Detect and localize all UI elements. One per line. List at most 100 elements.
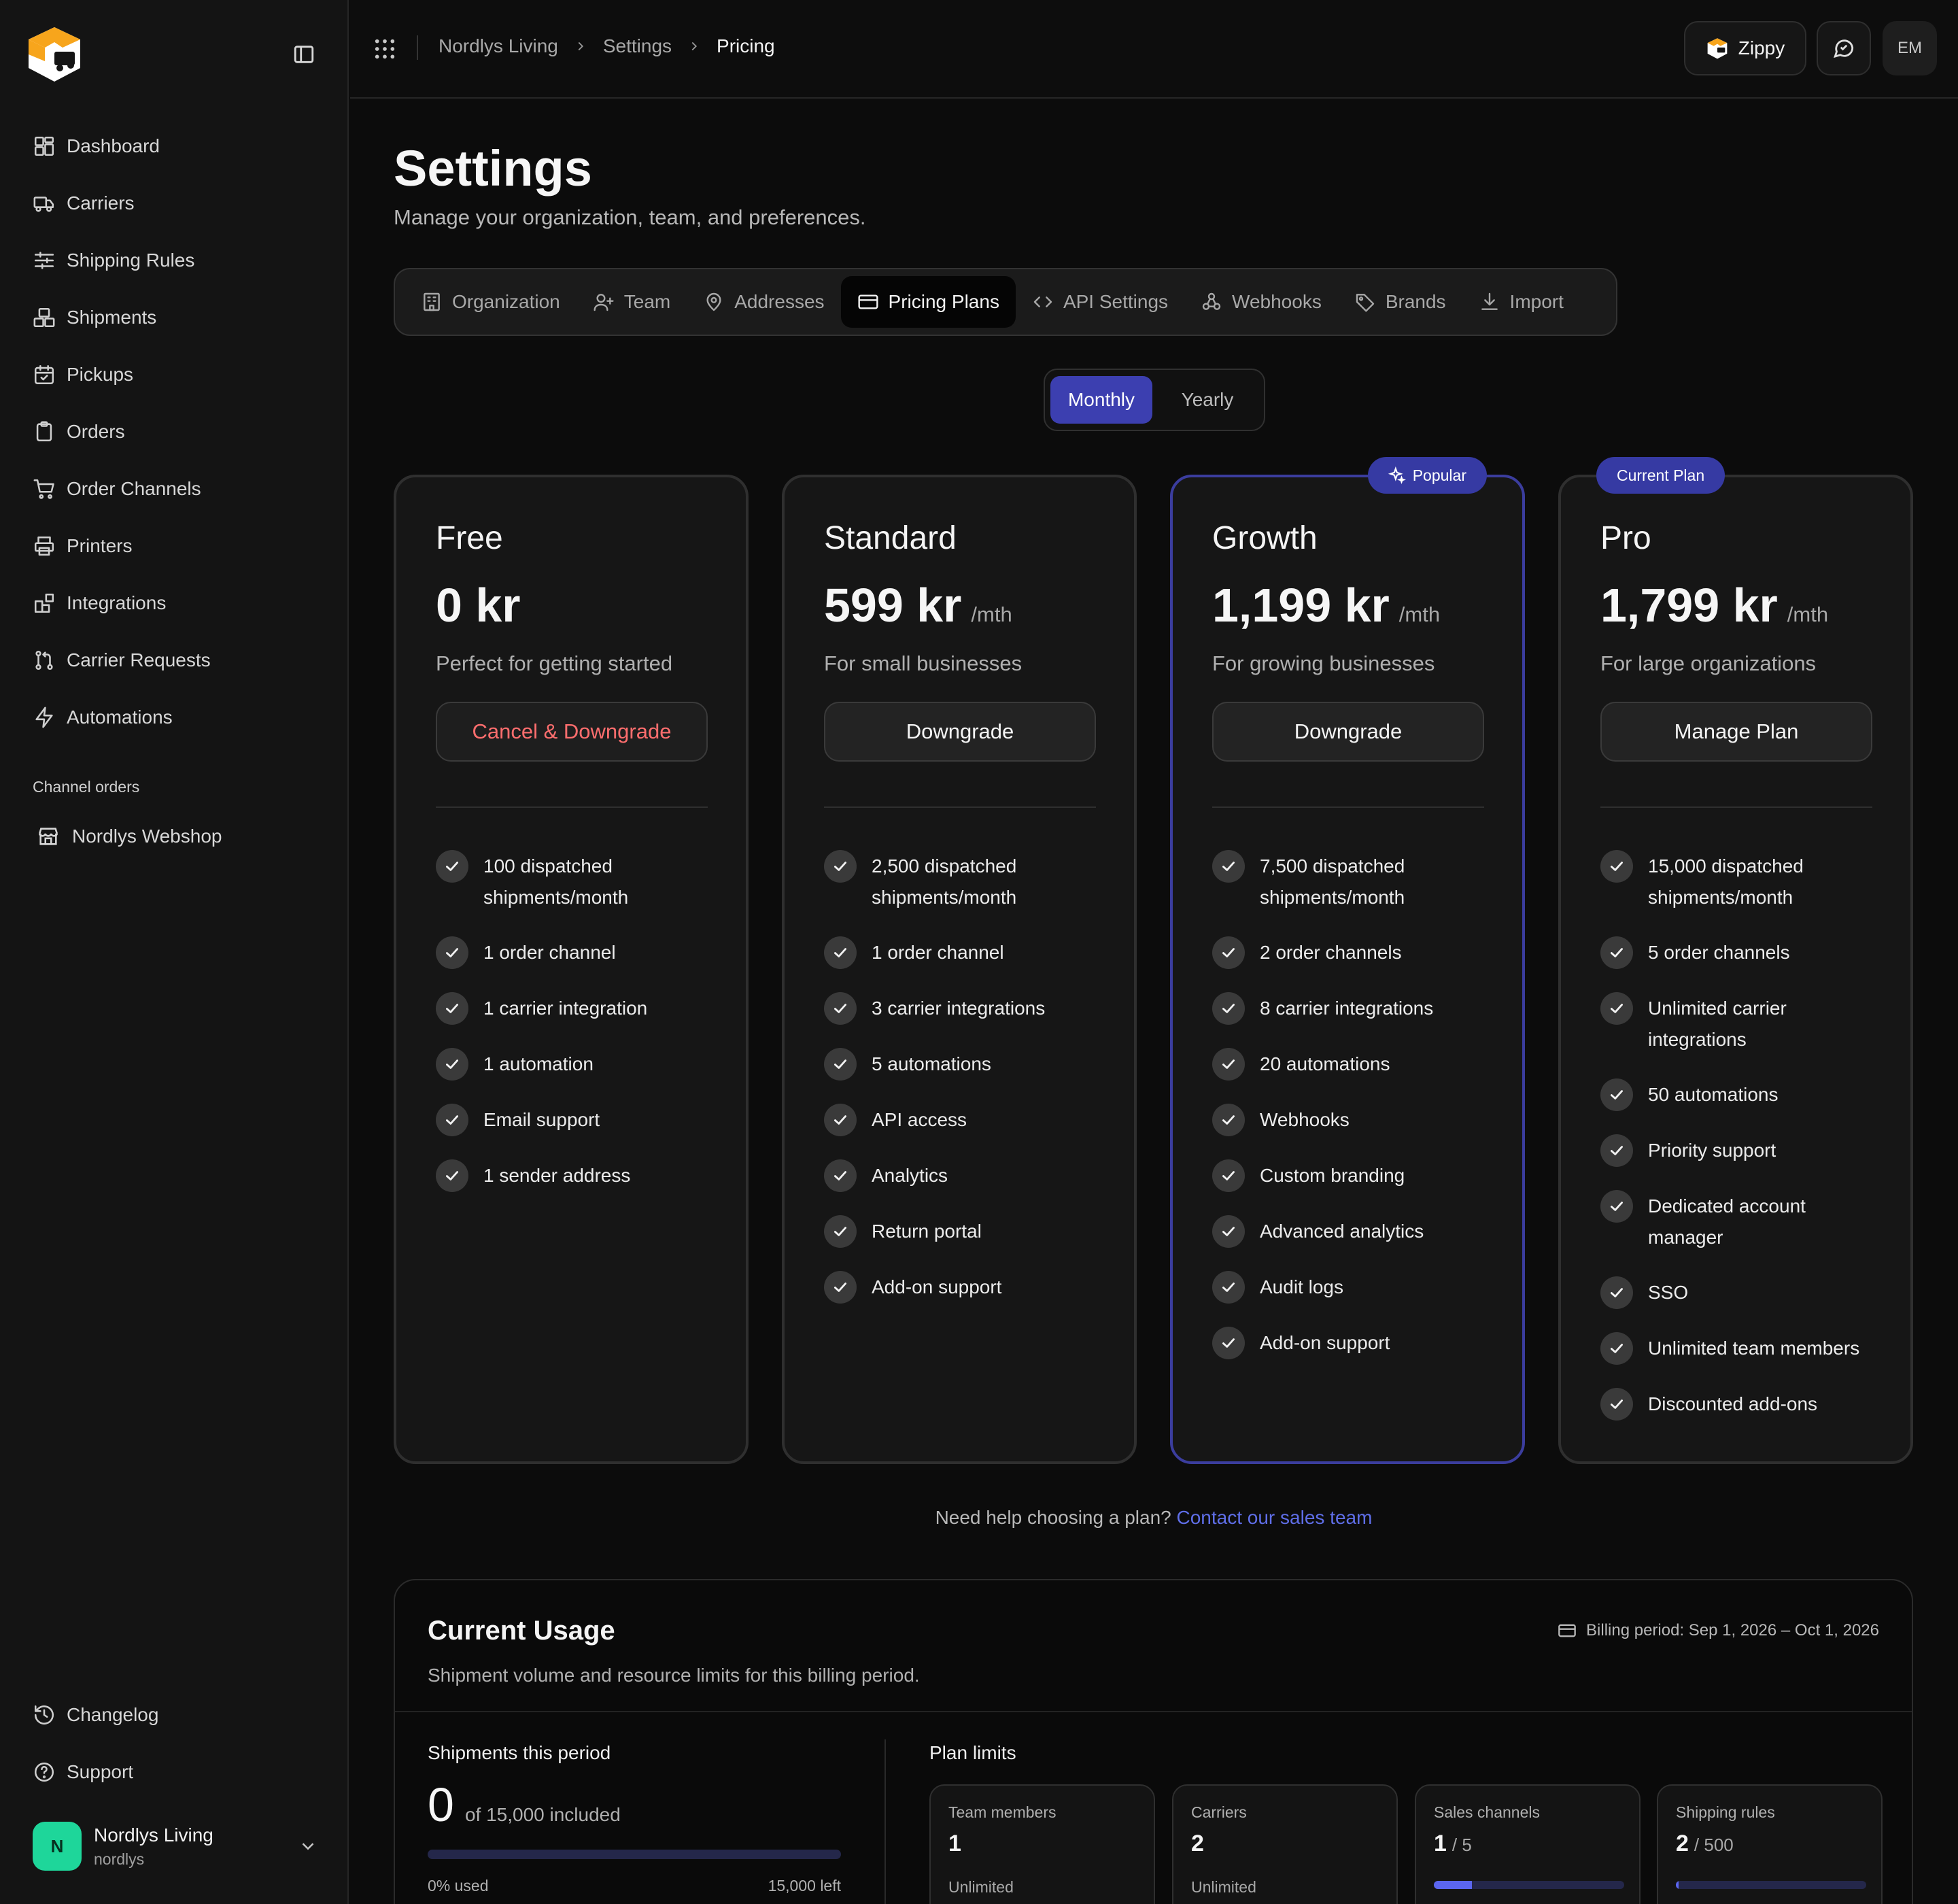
sidebar-item-pickups[interactable]: Pickups — [33, 346, 325, 403]
feature-check — [1212, 936, 1245, 969]
apps-grid-icon[interactable] — [373, 37, 396, 61]
current-usage-card: Current Usage Shipment volume and resour… — [394, 1579, 1913, 1904]
sidebar-bottom-nav: Changelog Support — [33, 1686, 325, 1801]
tab-team[interactable]: Team — [577, 276, 687, 328]
feature-text: 8 carrier integrations — [1260, 998, 1434, 1019]
org-avatar: N — [33, 1822, 82, 1871]
clipboard-icon — [36, 421, 52, 442]
tab-api-settings[interactable]: API Settings — [1016, 276, 1184, 328]
sidebar-item-printers[interactable]: Printers — [33, 517, 325, 575]
feature-check — [824, 1159, 857, 1192]
limit-value: 1 — [948, 1831, 961, 1857]
check-icon — [834, 1282, 846, 1292]
limit-name: Carriers — [1191, 1803, 1247, 1821]
limit-value-number: 2 — [1676, 1831, 1689, 1856]
sidebar-item-automations[interactable]: Automations — [33, 689, 325, 746]
check-icon — [446, 948, 458, 957]
breadcrumb-settings[interactable]: Settings — [603, 35, 672, 57]
tab-addresses[interactable]: Addresses — [687, 276, 840, 328]
plan-feature: Discounted add-ons — [1600, 1388, 1886, 1421]
plan-badge-label: Current Plan — [1617, 466, 1705, 484]
tab-pricing-plans[interactable]: Pricing Plans — [840, 276, 1016, 328]
shipments-left: 15,000 left — [768, 1877, 841, 1894]
help-circle-icon — [34, 1762, 54, 1782]
tab-organization[interactable]: Organization — [405, 276, 577, 328]
plan-features: 100 dispatched shipments/month 1 order ch… — [436, 850, 721, 1215]
tag-icon — [1356, 294, 1375, 312]
sidebar-item-label: Orders — [67, 421, 125, 442]
plan-cancel-downgrade-button[interactable]: Cancel & Downgrade — [436, 702, 708, 762]
plan-feature: 5 order channels — [1600, 936, 1886, 969]
check-icon — [1611, 1399, 1623, 1409]
sidebar-item-shipments[interactable]: Shipments — [33, 289, 325, 346]
contact-sales-link[interactable]: Contact our sales team — [1177, 1507, 1373, 1528]
check-icon — [1611, 1202, 1623, 1211]
sidebar-item-dashboard[interactable]: Dashboard — [33, 118, 325, 175]
sidebar-item-support[interactable]: Support — [33, 1744, 325, 1801]
sidebar-item-carriers[interactable]: Carriers — [33, 175, 325, 232]
history-icon — [34, 1705, 54, 1725]
feature-text: 1 carrier integration — [483, 998, 648, 1019]
breadcrumb: Nordlys Living Settings Pricing — [439, 35, 775, 57]
check-icon — [1611, 1344, 1623, 1353]
shipments-progress-bar — [428, 1850, 841, 1859]
shipments-count: 0 of 15,000 included — [428, 1778, 621, 1832]
plan-feature: 1 order channel — [824, 936, 1110, 969]
sidebar-item-order-channels[interactable]: Order Channels — [33, 460, 325, 517]
feature-text: Dedicated account manager — [1648, 1195, 1806, 1248]
breadcrumb-org[interactable]: Nordlys Living — [439, 35, 558, 57]
feature-check — [1212, 992, 1245, 1025]
sidebar-toggle-icon[interactable] — [292, 43, 315, 66]
plan-manage-plan-button[interactable]: Manage Plan — [1600, 702, 1872, 762]
plan-feature: API access — [824, 1104, 1110, 1136]
feature-check — [436, 936, 468, 969]
check-icon — [1611, 1288, 1623, 1297]
sidebar-item-shipping-rules[interactable]: Shipping Rules — [33, 232, 325, 289]
billing-monthly-option[interactable]: Monthly — [1050, 376, 1152, 424]
plan-feature: Analytics — [824, 1159, 1110, 1192]
sidebar-item-label: Shipping Rules — [67, 250, 195, 271]
sidebar-item-changelog[interactable]: Changelog — [33, 1686, 325, 1744]
chat-button[interactable] — [1817, 21, 1871, 75]
limit-value-number: 2 — [1191, 1831, 1204, 1856]
feature-text: 100 dispatched shipments/month — [483, 855, 629, 908]
tab-label: Import — [1509, 291, 1564, 312]
feature-text: Discounted add-ons — [1648, 1393, 1818, 1414]
plan-downgrade-button[interactable]: Downgrade — [1212, 702, 1484, 762]
org-switcher[interactable]: N Nordlys Living nordlys — [33, 1818, 318, 1874]
check-icon — [1611, 948, 1623, 957]
download-icon — [1481, 292, 1498, 310]
plan-divider — [436, 806, 708, 808]
sidebar-item-orders[interactable]: Orders — [33, 403, 325, 460]
limit-value-max: / 5 — [1452, 1835, 1472, 1855]
feature-check — [824, 1048, 857, 1081]
user-avatar[interactable]: EM — [1883, 21, 1937, 75]
credit-card-icon — [1558, 1624, 1576, 1637]
plan-price: 1,799 kr/mth — [1600, 578, 1828, 632]
feature-text: 5 automations — [872, 1053, 991, 1074]
dashboard-icon — [34, 136, 54, 156]
zippy-button[interactable]: Zippy — [1684, 21, 1806, 75]
plan-downgrade-button[interactable]: Downgrade — [824, 702, 1096, 762]
channel-orders-label: Channel orders — [33, 778, 140, 796]
tab-import[interactable]: Import — [1462, 276, 1580, 328]
tab-brands[interactable]: Brands — [1338, 276, 1462, 328]
help-text-label: Need help choosing a plan? — [935, 1507, 1171, 1528]
tab-webhooks[interactable]: Webhooks — [1184, 276, 1338, 328]
plan-price: 1,199 kr/mth — [1212, 578, 1440, 632]
page-subtitle: Manage your organization, team, and pref… — [394, 205, 866, 229]
plan-feature: Return portal — [824, 1215, 1110, 1248]
app-logo-icon[interactable] — [24, 23, 84, 84]
feature-check — [1600, 850, 1633, 883]
sidebar-item-label: Nordlys Webshop — [72, 826, 222, 847]
sidebar-item-carrier-requests[interactable]: Carrier Requests — [33, 632, 325, 689]
plan-feature: Add-on support — [824, 1271, 1110, 1304]
plan-description: Perfect for getting started — [436, 651, 673, 675]
sidebar-item-integrations[interactable]: Integrations — [33, 575, 325, 632]
chevron-right-icon — [691, 41, 698, 51]
chevron-right-icon — [578, 41, 583, 51]
sidebar-item-nordlys-webshop[interactable]: Nordlys Webshop — [37, 809, 222, 864]
billing-yearly-option[interactable]: Yearly — [1156, 376, 1258, 424]
org-slug: nordlys — [94, 1850, 145, 1868]
check-icon — [446, 1115, 458, 1125]
